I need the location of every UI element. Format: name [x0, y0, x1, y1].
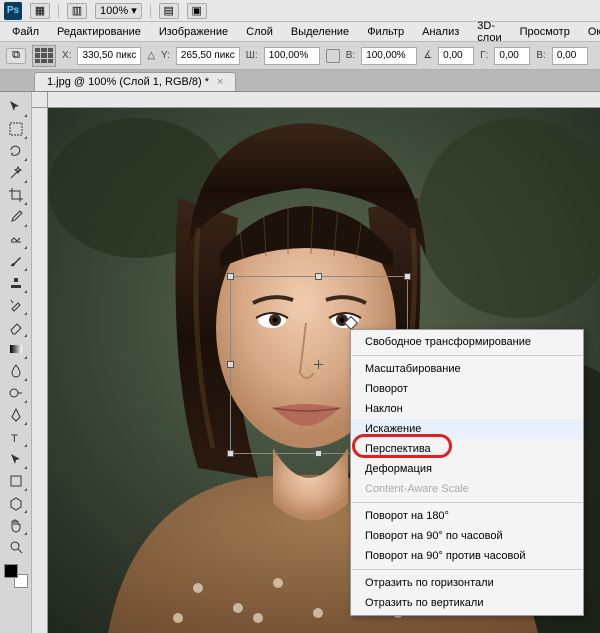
h-label: В:: [346, 50, 355, 61]
reference-point-icon[interactable]: [32, 45, 56, 67]
context-menu-item[interactable]: Отразить по вертикали: [351, 593, 583, 613]
separator: [150, 4, 151, 18]
launch-bridge-icon[interactable]: ▦: [30, 3, 50, 19]
transform-handle-tm[interactable]: [315, 273, 322, 280]
brush-tool-icon[interactable]: [4, 250, 28, 272]
angle-label: ∡: [423, 50, 432, 61]
w-field[interactable]: 100,00%: [264, 47, 320, 65]
pen-tool-icon[interactable]: [4, 404, 28, 426]
vskew-label: В:: [536, 50, 545, 61]
context-menu-separator: [352, 569, 582, 570]
blur-tool-icon[interactable]: [4, 360, 28, 382]
hand-tool-icon[interactable]: [4, 514, 28, 536]
h-field[interactable]: 100,00%: [361, 47, 417, 65]
title-bar: Ps ▦ ▥ 100% ▾ ▤ ▣: [0, 0, 600, 22]
close-tab-icon[interactable]: ×: [217, 76, 223, 88]
magic-wand-tool-icon[interactable]: [4, 162, 28, 184]
menu-window[interactable]: Окно: [580, 24, 600, 40]
lasso-tool-icon[interactable]: [4, 140, 28, 162]
context-menu-item[interactable]: Свободное трансформирование: [351, 332, 583, 352]
menu-bar: Файл Редактирование Изображение Слой Выд…: [0, 22, 600, 42]
link-wh-icon[interactable]: [326, 49, 340, 63]
w-label: Ш:: [246, 50, 258, 61]
transform-handle-tl[interactable]: [227, 273, 234, 280]
transform-handle-tr[interactable]: [404, 273, 411, 280]
canvas[interactable]: Свободное трансформирование Масштабирован…: [48, 108, 600, 633]
x-field[interactable]: 330,50 пикс: [77, 47, 141, 65]
marquee-tool-icon[interactable]: [4, 118, 28, 140]
ruler-corner: [32, 92, 48, 108]
ruler-horizontal[interactable]: [48, 92, 600, 108]
view-extras-icon[interactable]: ▥: [67, 3, 87, 19]
document-tab-title: 1.jpg @ 100% (Слой 1, RGB/8) *: [47, 76, 209, 88]
options-bar: ⧉ X: 330,50 пикс △ Y: 265,50 пикс Ш: 100…: [0, 42, 600, 70]
tools-panel: T: [0, 92, 32, 633]
menu-3d[interactable]: 3D-слои: [469, 18, 509, 46]
dodge-tool-icon[interactable]: [4, 382, 28, 404]
context-menu-item: Content-Aware Scale: [351, 479, 583, 499]
y-field[interactable]: 265,50 пикс: [176, 47, 240, 65]
menu-filter[interactable]: Фильтр: [359, 24, 412, 40]
document-tab[interactable]: 1.jpg @ 100% (Слой 1, RGB/8) * ×: [34, 72, 236, 91]
context-menu-item[interactable]: Поворот: [351, 379, 583, 399]
angle-field[interactable]: 0,00: [438, 47, 474, 65]
zoom-tool-icon[interactable]: [4, 536, 28, 558]
gradient-tool-icon[interactable]: [4, 338, 28, 360]
separator: [58, 4, 59, 18]
move-tool-icon[interactable]: [4, 96, 28, 118]
y-label: Y:: [161, 50, 170, 61]
screen-mode-icon[interactable]: ▣: [187, 3, 207, 19]
context-menu-item[interactable]: Поворот на 90° по часовой: [351, 526, 583, 546]
document-tab-bar: 1.jpg @ 100% (Слой 1, RGB/8) * ×: [0, 70, 600, 92]
transform-context-menu: Свободное трансформирование Масштабирован…: [350, 329, 584, 616]
menu-analysis[interactable]: Анализ: [414, 24, 467, 40]
transform-handle-bl[interactable]: [227, 450, 234, 457]
menu-edit[interactable]: Редактирование: [49, 24, 149, 40]
transform-center-mark[interactable]: [314, 360, 323, 369]
crop-tool-icon[interactable]: [4, 184, 28, 206]
shape-tool-icon[interactable]: [4, 470, 28, 492]
hskew-label: Г:: [480, 50, 488, 61]
app-logo: Ps: [4, 2, 22, 20]
vskew-field[interactable]: 0,00: [552, 47, 588, 65]
menu-view[interactable]: Просмотр: [512, 24, 578, 40]
context-menu-item[interactable]: Перспектива: [351, 439, 583, 459]
type-tool-icon[interactable]: T: [4, 426, 28, 448]
arrange-docs-icon[interactable]: ▤: [159, 3, 179, 19]
menu-select[interactable]: Выделение: [283, 24, 357, 40]
context-menu-item[interactable]: Поворот на 90° против часовой: [351, 546, 583, 566]
menu-layer[interactable]: Слой: [238, 24, 281, 40]
stamp-tool-icon[interactable]: [4, 272, 28, 294]
context-menu-item[interactable]: Масштабирование: [351, 359, 583, 379]
menu-file[interactable]: Файл: [4, 24, 47, 40]
eraser-tool-icon[interactable]: [4, 316, 28, 338]
3d-tool-icon[interactable]: [4, 492, 28, 514]
tool-preset-icon[interactable]: ⧉: [6, 48, 26, 64]
ruler-vertical[interactable]: [32, 108, 48, 633]
menu-image[interactable]: Изображение: [151, 24, 236, 40]
context-menu-item[interactable]: Деформация: [351, 459, 583, 479]
eyedropper-tool-icon[interactable]: [4, 206, 28, 228]
context-menu-separator: [352, 502, 582, 503]
zoom-dropdown[interactable]: 100% ▾: [95, 3, 142, 19]
svg-text:T: T: [11, 433, 18, 445]
context-menu-separator: [352, 355, 582, 356]
context-menu-item[interactable]: Поворот на 180°: [351, 506, 583, 526]
color-swatches[interactable]: [4, 564, 28, 588]
context-menu-item[interactable]: Искажение: [351, 419, 583, 439]
history-brush-tool-icon[interactable]: [4, 294, 28, 316]
path-select-tool-icon[interactable]: [4, 448, 28, 470]
healing-brush-tool-icon[interactable]: [4, 228, 28, 250]
context-menu-item[interactable]: Отразить по горизонтали: [351, 573, 583, 593]
transform-handle-bm[interactable]: [315, 450, 322, 457]
canvas-area: Свободное трансформирование Масштабирован…: [32, 92, 600, 633]
transform-handle-ml[interactable]: [227, 361, 234, 368]
x-label: X:: [62, 50, 71, 61]
foreground-color-swatch[interactable]: [4, 564, 18, 578]
delta-icon: △: [147, 50, 155, 61]
context-menu-item[interactable]: Наклон: [351, 399, 583, 419]
workspace: T: [0, 92, 600, 633]
hskew-field[interactable]: 0,00: [494, 47, 530, 65]
